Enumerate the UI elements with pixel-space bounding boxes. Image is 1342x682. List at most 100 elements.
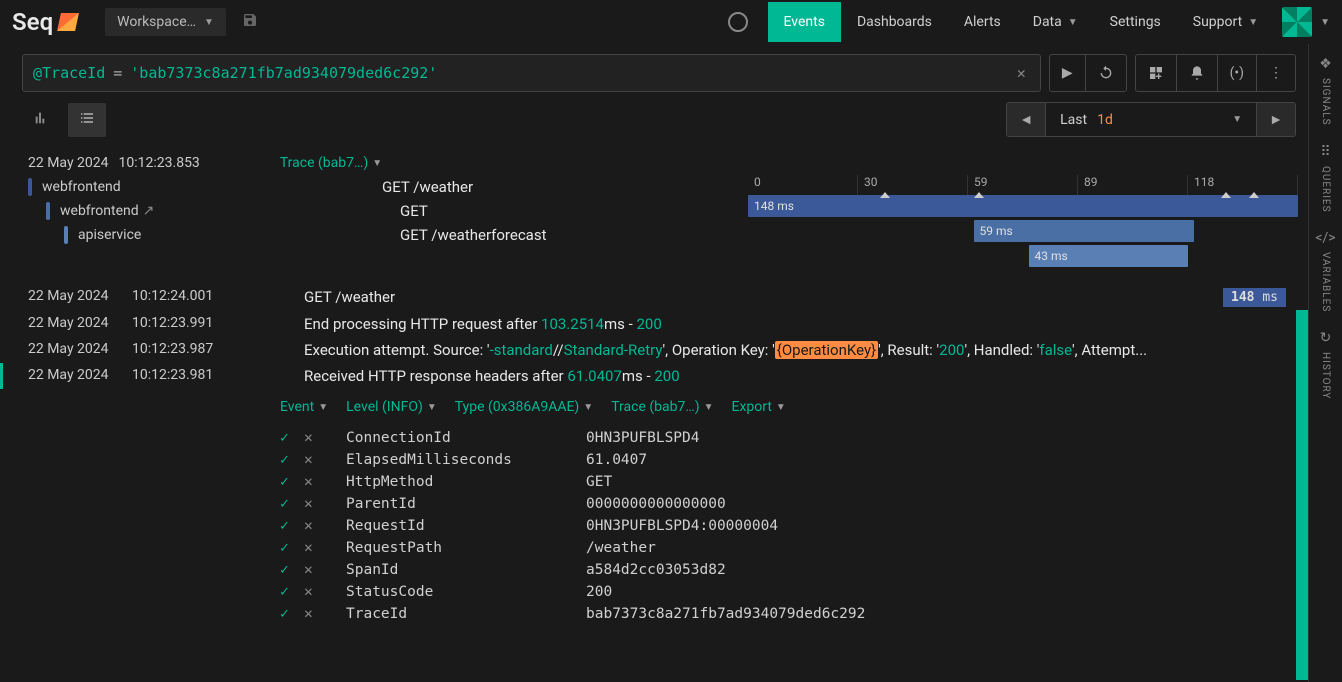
prop-value[interactable]: 0HN3PUFBLSPD4:00000004 xyxy=(586,518,778,534)
trace-date: 22 May 2024 xyxy=(28,155,109,171)
prop-name[interactable]: ParentId xyxy=(328,496,578,512)
logo[interactable]: Seq xyxy=(12,8,97,36)
span-service: apiservice xyxy=(78,227,188,243)
nav-events[interactable]: Events xyxy=(768,2,841,42)
gantt-bar[interactable]: 43 ms xyxy=(1029,245,1189,267)
prop-exclude-icon[interactable]: ✕ xyxy=(304,452,320,468)
expanded-dd-event[interactable]: Event▼ xyxy=(280,399,328,415)
event-row[interactable]: 22 May 202410:12:23.981Received HTTP res… xyxy=(0,363,1308,389)
prop-include-icon[interactable]: ✓ xyxy=(280,584,296,600)
prop-exclude-icon[interactable]: ✕ xyxy=(304,496,320,512)
expanded-dd-export[interactable]: Export▼ xyxy=(732,399,786,415)
trace-link[interactable]: Trace (bab7…) ▼ xyxy=(280,155,382,171)
prop-include-icon[interactable]: ✓ xyxy=(280,452,296,468)
prop-value[interactable]: GET xyxy=(586,474,612,490)
chevron-down-icon: ▼ xyxy=(204,17,214,28)
alert-add-button[interactable] xyxy=(1176,55,1217,91)
event-row[interactable]: 22 May 202410:12:23.991End processing HT… xyxy=(0,311,1308,337)
run-button[interactable]: ▶ xyxy=(1050,55,1085,91)
prop-include-icon[interactable]: ✓ xyxy=(280,496,296,512)
time-range-select[interactable]: Last 1d ▼ xyxy=(1046,103,1256,136)
prop-name[interactable]: StatusCode xyxy=(328,584,578,600)
rail-label: HISTORY xyxy=(1320,352,1331,399)
prop-include-icon[interactable]: ✓ xyxy=(280,430,296,446)
expanded-toolbar: Event▼ Level (INFO)▼ Type (0x386A9AAE)▼ Tra… xyxy=(0,389,1308,423)
nav-dashboards[interactable]: Dashboards xyxy=(841,2,948,42)
time-next-button[interactable]: ► xyxy=(1256,103,1295,136)
rail-signals[interactable]: ❖SIGNALS xyxy=(1319,56,1332,126)
nav-settings[interactable]: Settings xyxy=(1094,2,1177,42)
nav-data[interactable]: Data▼ xyxy=(1017,2,1094,42)
topbar: Seq Workspace… ▼ EventsDashboardsAlertsD… xyxy=(0,0,1342,44)
prop-include-icon[interactable]: ✓ xyxy=(280,606,296,622)
time-prev-button[interactable]: ◄ xyxy=(1007,103,1046,136)
prop-exclude-icon[interactable]: ✕ xyxy=(304,606,320,622)
expanded-dd-level[interactable]: Level (INFO)▼ xyxy=(346,399,437,415)
save-icon[interactable] xyxy=(234,12,266,32)
span-row[interactable]: webfrontendGET /weather xyxy=(28,175,748,199)
event-row[interactable]: 22 May 202410:12:23.987Execution attempt… xyxy=(0,337,1308,363)
prop-row: ✓ ✕ ConnectionId 0HN3PUFBLSPD4 xyxy=(280,427,1286,449)
nav-support[interactable]: Support▼ xyxy=(1177,2,1274,42)
avatar[interactable] xyxy=(1282,7,1312,37)
prop-row: ✓ ✕ ElapsedMilliseconds 61.0407 xyxy=(280,449,1286,471)
refresh-button[interactable] xyxy=(1085,55,1126,91)
trace-time: 10:12:23.853 xyxy=(119,155,200,171)
event-date: 22 May 2024 xyxy=(28,288,120,304)
more-button[interactable]: ⋮ xyxy=(1256,55,1295,91)
event-message: End processing HTTP request after 103.25… xyxy=(304,315,1286,333)
prop-exclude-icon[interactable]: ✕ xyxy=(304,518,320,534)
expanded-dd-type[interactable]: Type (0x386A9AAE)▼ xyxy=(455,399,593,415)
event-properties: ✓ ✕ ConnectionId 0HN3PUFBLSPD4 ✓ ✕ ElapsedMill… xyxy=(0,423,1308,635)
chart-view-button[interactable] xyxy=(22,103,60,137)
stream-button[interactable]: (•) xyxy=(1217,55,1256,91)
workspace-select[interactable]: Workspace… ▼ xyxy=(105,8,226,36)
user-menu-chevron-icon[interactable]: ▼ xyxy=(1320,17,1330,28)
prop-include-icon[interactable]: ✓ xyxy=(280,540,296,556)
prop-value[interactable]: 200 xyxy=(586,584,612,600)
prop-value[interactable]: 0HN3PUFBLSPD4 xyxy=(586,430,700,446)
prop-include-icon[interactable]: ✓ xyxy=(280,518,296,534)
prop-exclude-icon[interactable]: ✕ xyxy=(304,474,320,490)
events-area[interactable]: 22 May 2024 10:12:23.853 Trace (bab7…) ▼… xyxy=(0,147,1308,682)
prop-include-icon[interactable]: ✓ xyxy=(280,474,296,490)
query-input[interactable]: @TraceId = 'bab7373c8a271fb7ad934079ded6… xyxy=(22,54,1041,92)
prop-row: ✓ ✕ HttpMethod GET xyxy=(280,471,1286,493)
rail-variables[interactable]: </>VARIABLES xyxy=(1315,230,1335,312)
prop-name[interactable]: TraceId xyxy=(328,606,578,622)
prop-exclude-icon[interactable]: ✕ xyxy=(304,562,320,578)
theme-toggle-icon[interactable] xyxy=(728,12,748,32)
dashboard-add-button[interactable] xyxy=(1136,55,1176,91)
prop-value[interactable]: a584d2cc03053d82 xyxy=(586,562,726,578)
trace-header: 22 May 2024 10:12:23.853 Trace (bab7…) ▼ xyxy=(0,147,1308,175)
prop-value[interactable]: 61.0407 xyxy=(586,452,647,468)
prop-name[interactable]: RequestId xyxy=(328,518,578,534)
prop-name[interactable]: HttpMethod xyxy=(328,474,578,490)
prop-exclude-icon[interactable]: ✕ xyxy=(304,540,320,556)
gantt-bar[interactable]: 59 ms xyxy=(974,220,1194,242)
event-time: 10:12:24.001 xyxy=(132,288,228,304)
prop-name[interactable]: RequestPath xyxy=(328,540,578,556)
prop-exclude-icon[interactable]: ✕ xyxy=(304,430,320,446)
span-row[interactable]: apiserviceGET /weatherforecast xyxy=(28,223,748,247)
prop-name[interactable]: SpanId xyxy=(328,562,578,578)
prop-include-icon[interactable]: ✓ xyxy=(280,562,296,578)
prop-value[interactable]: bab7373c8a271fb7ad934079ded6c292 xyxy=(586,606,865,622)
run-button-group: ▶ xyxy=(1049,54,1127,92)
rail-history[interactable]: ↻HISTORY xyxy=(1320,330,1332,399)
expanded-dd-trace[interactable]: Trace (bab7…)▼ xyxy=(611,399,713,415)
span-row[interactable]: webfrontend↗GET xyxy=(28,199,748,223)
prop-name[interactable]: ConnectionId xyxy=(328,430,578,446)
rail-queries[interactable]: ⠿QUERIES xyxy=(1320,144,1331,213)
prop-value[interactable]: 0000000000000000 xyxy=(586,496,726,512)
prop-name[interactable]: ElapsedMilliseconds xyxy=(328,452,578,468)
queries-icon: ⠿ xyxy=(1320,144,1330,160)
prop-exclude-icon[interactable]: ✕ xyxy=(304,584,320,600)
nav-alerts[interactable]: Alerts xyxy=(948,2,1017,42)
event-row[interactable]: 22 May 202410:12:24.001GET /weather148 m… xyxy=(0,284,1308,311)
list-view-button[interactable] xyxy=(68,103,106,137)
side-rail: ❖SIGNALS ⠿QUERIES </>VARIABLES ↻HISTORY xyxy=(1308,44,1342,682)
query-clear-icon[interactable]: ✕ xyxy=(1013,64,1030,82)
marker-icon xyxy=(974,192,984,198)
prop-value[interactable]: /weather xyxy=(586,540,656,556)
